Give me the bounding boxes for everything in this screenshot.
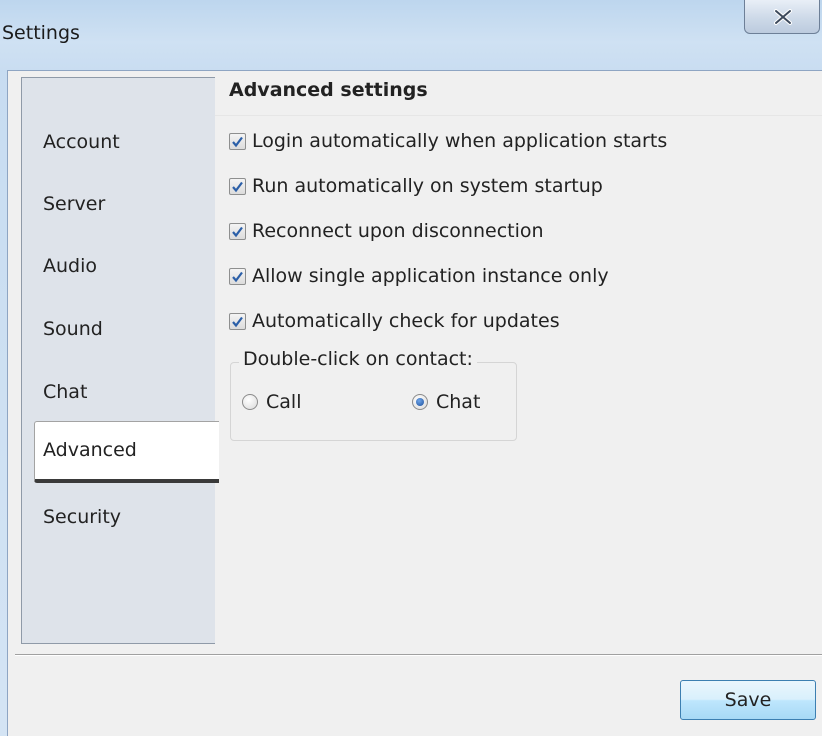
- footer-divider-highlight: [15, 655, 822, 656]
- checkbox[interactable]: [229, 222, 246, 240]
- close-x-icon: [774, 9, 792, 25]
- radio-call[interactable]: Call: [242, 391, 301, 413]
- radio-label: Chat: [436, 391, 481, 413]
- radio-chat[interactable]: Chat: [412, 391, 480, 413]
- option-reconnect[interactable]: Reconnect upon disconnection: [229, 218, 544, 244]
- checkbox[interactable]: [229, 177, 246, 195]
- title-bar: Settings: [0, 0, 822, 70]
- double-click-groupbox: Double-click on contact: Call Chat: [230, 348, 517, 441]
- advanced-settings-panel: Advanced settings Login automatically wh…: [215, 77, 822, 644]
- radio-button[interactable]: [412, 394, 428, 410]
- sidebar-item-account[interactable]: Account: [22, 122, 215, 162]
- checkmark-icon: [232, 226, 243, 237]
- radio-label: Call: [266, 391, 302, 413]
- checkbox[interactable]: [229, 132, 246, 150]
- checkmark-icon: [232, 271, 243, 282]
- checkmark-icon: [232, 181, 243, 192]
- checkmark-icon: [232, 136, 243, 147]
- save-button[interactable]: Save: [680, 680, 816, 720]
- sidebar-item-security[interactable]: Security: [22, 497, 215, 537]
- groupbox-legend: Double-click on contact:: [239, 348, 477, 370]
- sidebar-item-audio[interactable]: Audio: [22, 246, 215, 286]
- checkbox[interactable]: [229, 312, 246, 330]
- option-check-updates[interactable]: Automatically check for updates: [229, 308, 560, 334]
- checkbox-label: Allow single application instance only: [252, 265, 609, 287]
- checkbox[interactable]: [229, 267, 246, 285]
- dialog-client-area: Account Server Audio Sound Chat Advanced…: [7, 70, 822, 736]
- checkmark-icon: [232, 316, 243, 327]
- checkbox-label: Run automatically on system startup: [252, 175, 603, 197]
- option-login-automatically[interactable]: Login automatically when application sta…: [229, 128, 667, 154]
- close-button[interactable]: [744, 0, 820, 34]
- section-title: Advanced settings: [229, 79, 428, 101]
- option-single-instance[interactable]: Allow single application instance only: [229, 263, 609, 289]
- option-run-on-startup[interactable]: Run automatically on system startup: [229, 173, 603, 199]
- checkbox-label: Login automatically when application sta…: [252, 130, 668, 152]
- sidebar: Account Server Audio Sound Chat Advanced…: [21, 77, 219, 644]
- sidebar-item-server[interactable]: Server: [22, 184, 215, 224]
- header-divider: [215, 115, 822, 116]
- window-title: Settings: [2, 22, 80, 44]
- checkbox-label: Automatically check for updates: [252, 310, 560, 332]
- radio-button[interactable]: [242, 394, 258, 410]
- checkbox-label: Reconnect upon disconnection: [252, 220, 544, 242]
- settings-window: Settings Account Server Audio Sound Chat…: [0, 0, 822, 736]
- sidebar-item-sound[interactable]: Sound: [22, 309, 215, 349]
- sidebar-item-chat[interactable]: Chat: [22, 372, 215, 412]
- sidebar-item-advanced[interactable]: Advanced: [34, 421, 219, 483]
